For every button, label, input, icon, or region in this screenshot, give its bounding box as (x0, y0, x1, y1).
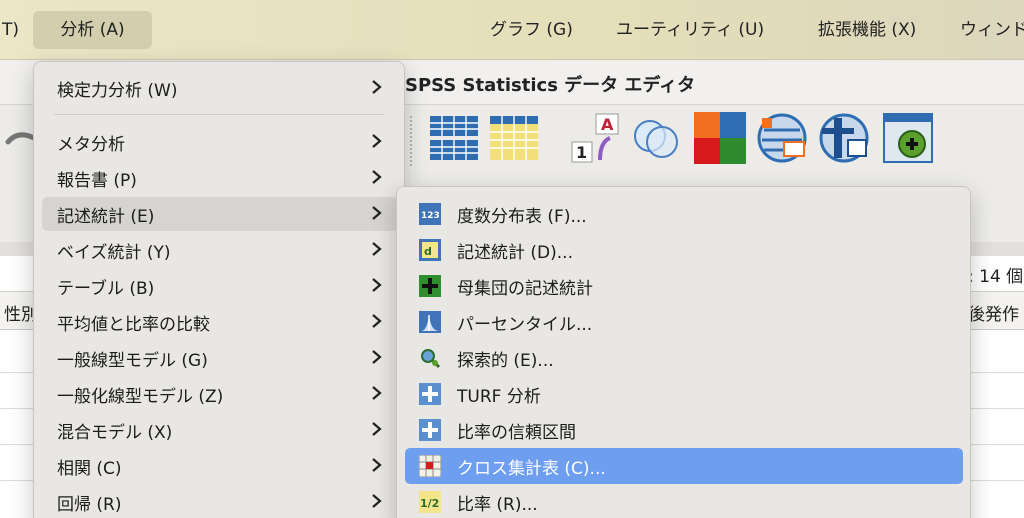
menu-item-label: 一般化線型モデル (Z) (57, 387, 224, 407)
submenu-item-label: 母集団の記述統計 (457, 279, 593, 299)
crosstabs-icon (419, 455, 441, 477)
menu-item-descriptive-statistics[interactable]: 記述統計 (E) (42, 197, 398, 231)
submenu-item-label: パーセンタイル... (457, 315, 593, 335)
menu-item-tables[interactable]: テーブル (B) (42, 269, 398, 303)
submenu-item-ratio[interactable]: 1/2 比率 (R)... (405, 484, 963, 518)
chevron-right-icon (372, 242, 382, 256)
menu-item-label: 記述統計 (E) (57, 207, 155, 227)
goto-variable-icon[interactable] (488, 112, 540, 164)
menu-item-reports[interactable]: 報告書 (P) (42, 161, 398, 195)
toolbar-separator (410, 116, 412, 166)
submenu-item-explore[interactable]: 探索的 (E)... (405, 340, 963, 376)
menu-bar: T) 分析 (A) グラフ (G) ユーティリティ (U) 拡張機能 (X) ウ… (0, 0, 1024, 60)
menu-item-label: 混合モデル (X) (57, 423, 173, 443)
plus-icon (419, 383, 441, 405)
menu-extensions[interactable]: 拡張機能 (X) (808, 11, 926, 49)
submenu-item-label: 度数分布表 (F)... (457, 207, 587, 227)
svg-text:A: A (601, 115, 614, 134)
explore-icon (421, 349, 441, 369)
svg-text:d: d (424, 245, 432, 258)
variable-count: : 14 個 (968, 267, 1024, 287)
menu-transform-partial[interactable]: T) (0, 11, 29, 49)
color-grid-icon[interactable] (694, 112, 746, 164)
percentile-icon (419, 311, 441, 333)
menu-utilities[interactable]: ユーティリティ (U) (606, 11, 774, 49)
menu-item-label: 平均値と比率の比較 (57, 315, 210, 335)
submenu-item-proportion-confidence-interval[interactable]: 比率の信頼区間 (405, 412, 963, 448)
menu-item-meta-analysis[interactable]: メタ分析 (42, 125, 398, 159)
chevron-right-icon (372, 386, 382, 400)
submenu-item-percentiles[interactable]: パーセンタイル... (405, 304, 963, 340)
menu-item-label: 回帰 (R) (57, 495, 122, 515)
use-sets-icon[interactable] (630, 112, 682, 164)
chevron-right-icon (372, 422, 382, 436)
plus-icon (419, 419, 441, 441)
menu-analyze[interactable]: 分析 (A) (33, 11, 152, 49)
svg-text:1/2: 1/2 (420, 497, 439, 510)
menu-item-label: メタ分析 (57, 135, 125, 155)
menu-item-compare-means[interactable]: 平均値と比率の比較 (42, 305, 398, 339)
chevron-right-icon (372, 170, 382, 184)
menu-item-regression[interactable]: 回帰 (R) (42, 485, 398, 518)
chevron-right-icon (372, 314, 382, 328)
menu-separator (54, 114, 384, 115)
spell-check-icon[interactable] (756, 112, 808, 164)
submenu-item-label: 探索的 (E)... (457, 351, 554, 371)
ratio-icon: 1/2 (419, 491, 441, 513)
frequencies-icon: 123 (419, 203, 441, 225)
submenu-item-label: 比率 (R)... (457, 495, 538, 515)
plus-icon (419, 275, 441, 297)
menu-item-label: 相関 (C) (57, 459, 122, 479)
goto-case-icon[interactable] (428, 112, 480, 164)
chevron-right-icon (372, 80, 382, 94)
menu-item-label: 一般線型モデル (G) (57, 351, 208, 371)
menu-item-power-analysis[interactable]: 検定力分析 (W) (42, 71, 398, 105)
column-header-recurrence[interactable]: 後発作 (968, 300, 1019, 325)
descriptives-icon: d (419, 239, 441, 261)
value-labels-icon[interactable]: A 1 (570, 112, 622, 164)
menu-item-correlate[interactable]: 相関 (C) (42, 449, 398, 483)
menu-graphs[interactable]: グラフ (G) (480, 11, 583, 49)
submenu-item-label: クロス集計表 (C)... (457, 459, 606, 479)
menu-item-mixed-models[interactable]: 混合モデル (X) (42, 413, 398, 447)
svg-text:123: 123 (421, 211, 440, 221)
menu-item-label: 報告書 (P) (57, 171, 137, 191)
chevron-right-icon (372, 206, 382, 220)
menu-item-general-linear-model[interactable]: 一般線型モデル (G) (42, 341, 398, 375)
submenu-item-label: 比率の信頼区間 (457, 423, 576, 443)
submenu-item-label: 記述統計 (D)... (457, 243, 573, 263)
chevron-right-icon (372, 134, 382, 148)
chevron-right-icon (372, 458, 382, 472)
menu-item-bayesian-statistics[interactable]: ベイズ統計 (Y) (42, 233, 398, 267)
submenu-item-population-descriptives[interactable]: 母集団の記述統計 (405, 268, 963, 304)
menu-item-label: ベイズ統計 (Y) (57, 243, 171, 263)
menu-window-partial[interactable]: ウィンド (950, 11, 1024, 49)
submenu-item-frequencies[interactable]: 123 度数分布表 (F)... (405, 196, 963, 232)
chevron-right-icon (372, 494, 382, 508)
submenu-item-turf-analysis[interactable]: TURF 分析 (405, 376, 963, 412)
split-file-icon[interactable] (818, 112, 870, 164)
analyze-dropdown-menu: 検定力分析 (W) メタ分析 報告書 (P) 記述統計 (E) ベイズ統計 (Y… (33, 61, 405, 518)
submenu-item-label: TURF 分析 (457, 387, 541, 407)
add-case-icon[interactable] (882, 112, 934, 164)
menu-item-label: テーブル (B) (57, 279, 155, 299)
window-title: SPSS Statistics データ エディタ (405, 75, 696, 96)
chevron-right-icon (372, 350, 382, 364)
svg-text:1: 1 (576, 143, 587, 162)
descriptive-statistics-submenu: 123 度数分布表 (F)... d 記述統計 (D)... 母集団の記述統計 … (396, 186, 971, 518)
chevron-right-icon (372, 278, 382, 292)
menu-item-label: 検定力分析 (W) (57, 81, 178, 101)
submenu-item-crosstabs[interactable]: クロス集計表 (C)... (405, 448, 963, 484)
submenu-item-descriptives[interactable]: d 記述統計 (D)... (405, 232, 963, 268)
menu-item-generalized-linear-model[interactable]: 一般化線型モデル (Z) (42, 377, 398, 411)
